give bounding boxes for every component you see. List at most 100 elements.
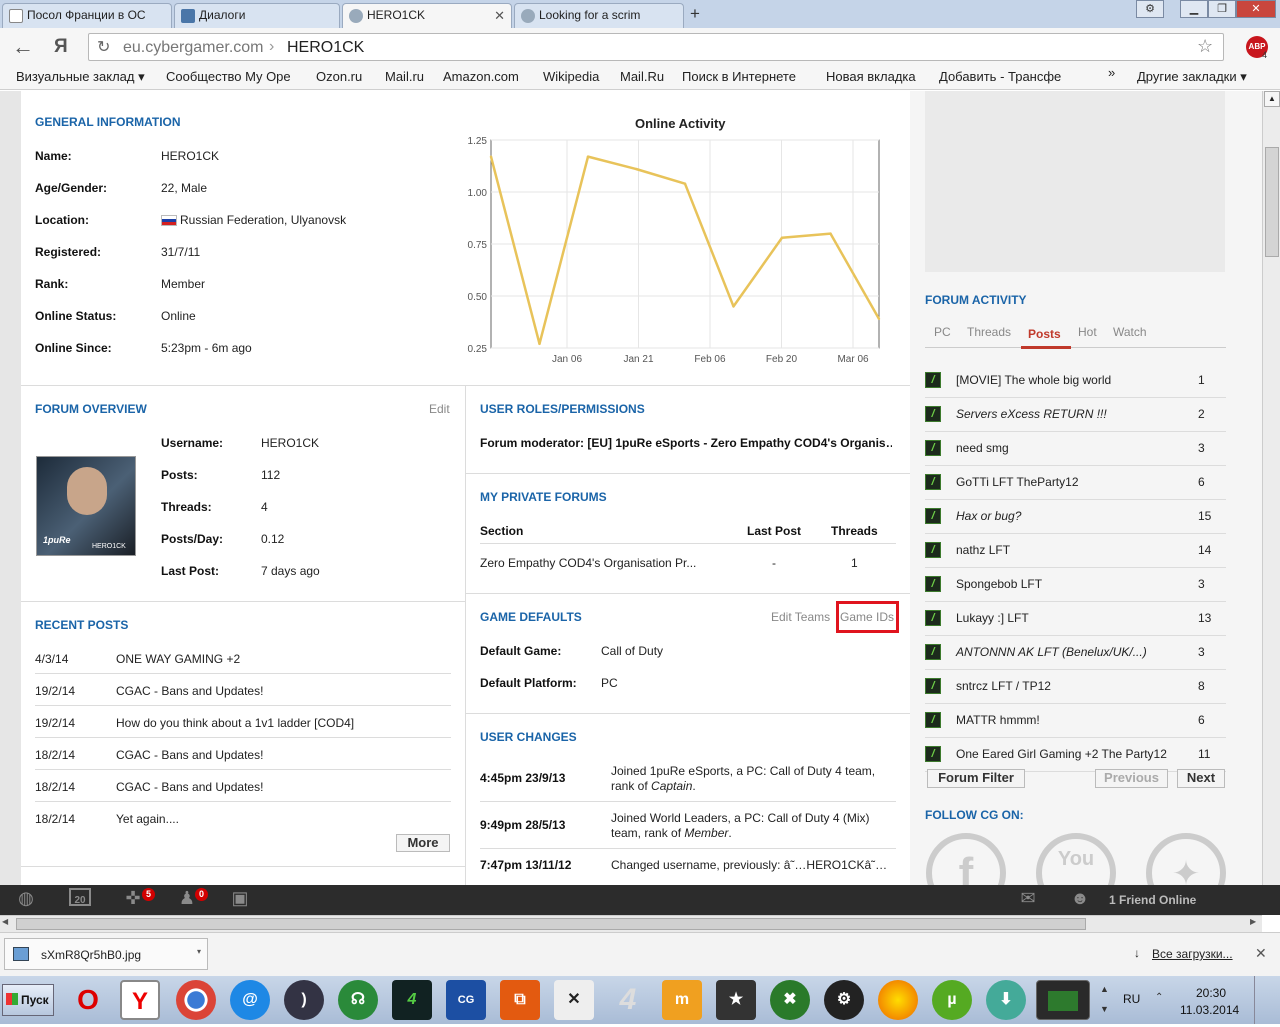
bookmark-item[interactable]: Wikipedia (543, 69, 599, 84)
private-forum-link[interactable]: Zero Empathy COD4's Organisation Pr... (480, 556, 696, 570)
mail-icon[interactable]: ✉ (1008, 888, 1048, 912)
tab-pc[interactable]: PC (934, 325, 951, 339)
chrome-icon[interactable] (176, 980, 216, 1020)
globe-icon[interactable]: ◍ (6, 888, 46, 912)
bookmark-item[interactable]: Визуальные заклад ▾ (16, 69, 145, 85)
new-tab-button[interactable]: + (690, 4, 700, 24)
all-downloads-link[interactable]: Все загрузки... (1152, 947, 1233, 961)
tray-expand-icon[interactable]: ⌃ (1155, 992, 1163, 1003)
tab-posts[interactable]: Posts (1028, 327, 1061, 341)
close-tab-icon[interactable]: ✕ (494, 4, 505, 27)
post-link[interactable]: CGAC - Bans and Updates! (116, 684, 263, 698)
chevron-down-icon[interactable]: ▾ (197, 947, 201, 956)
bookmark-item[interactable]: Поиск в Интернете (682, 69, 796, 84)
forum-filter-button[interactable]: Forum Filter (927, 769, 1025, 788)
reload-icon[interactable]: ↻ (97, 37, 110, 57)
opera-icon[interactable]: O (68, 980, 108, 1020)
back-arrow-icon[interactable]: ← (12, 34, 34, 60)
show-desktop-button[interactable] (1254, 976, 1278, 1024)
forum-activity-link[interactable]: Hax or bug? (956, 509, 1021, 523)
game-ids-link[interactable]: Game IDs (840, 610, 894, 624)
scroll-right-arrow-icon[interactable]: ▶ (1250, 917, 1256, 926)
messenger-icon[interactable]: @ (230, 980, 270, 1020)
download-manager-icon[interactable]: ⬇ (986, 980, 1026, 1020)
tray-down-icon[interactable]: ▼ (1100, 1004, 1109, 1014)
tv-icon[interactable]: ▣ (220, 888, 260, 912)
tab-threads[interactable]: Threads (967, 325, 1011, 339)
app-icon[interactable]: ⧉ (500, 980, 540, 1020)
bookmark-item[interactable]: Mail.ru (385, 69, 424, 84)
people-icon[interactable]: ☻ (1060, 888, 1100, 912)
mirc-icon[interactable]: m (662, 980, 702, 1020)
star-app-icon[interactable]: ★ (716, 980, 756, 1020)
minimize-button[interactable]: ▁ (1180, 0, 1208, 18)
bookmark-item[interactable]: Новая вкладка (826, 69, 916, 84)
download-item[interactable]: sXmR8Qr5hB0.jpg ▾ (4, 938, 208, 970)
close-window-button[interactable]: ✕ (1236, 0, 1276, 18)
clock-date[interactable]: 11.03.2014 (1180, 1003, 1239, 1017)
star-icon[interactable]: ☆ (1197, 36, 1213, 57)
forum-activity-link[interactable]: Servers eXcess RETURN !!! (956, 407, 1107, 421)
post-link[interactable]: ONE WAY GAMING +2 (116, 652, 240, 666)
forum-activity-link[interactable]: ANTONNN AK LFT (Benelux/UK/...) (956, 645, 1147, 659)
forum-activity-link[interactable]: [MOVIE] The whole big world (956, 373, 1111, 387)
calendar-icon[interactable]: 20 (60, 888, 100, 912)
bookmark-item[interactable]: Ozon.ru (316, 69, 362, 84)
forum-activity-link[interactable]: nathz LFT (956, 543, 1010, 557)
bookmark-item[interactable]: Добавить - Трансфе (939, 69, 1071, 84)
tab-hot[interactable]: Hot (1078, 325, 1097, 339)
close-download-bar-icon[interactable]: ✕ (1255, 945, 1267, 962)
forum-activity-link[interactable]: GoTTi LFT TheParty12 (956, 475, 1079, 489)
forum-activity-link[interactable]: need smg (956, 441, 1009, 455)
cgac-icon[interactable]: CG (446, 980, 486, 1020)
horizontal-scrollbar[interactable]: ◀ ▶ (0, 915, 1262, 932)
browser-tab[interactable]: Посол Франции в ОС (2, 3, 172, 28)
browser-tab[interactable]: Looking for a scrim (514, 3, 684, 28)
bookmarks-overflow-button[interactable]: » (1108, 65, 1115, 80)
settings-icon[interactable]: ⚙ (1136, 0, 1164, 18)
previous-button[interactable]: Previous (1095, 769, 1168, 788)
yandex-browser-icon[interactable]: Y (120, 980, 160, 1020)
scrollbar-thumb[interactable] (16, 918, 1086, 930)
more-posts-button[interactable]: More (396, 834, 450, 852)
bookmark-item[interactable]: Mail.Ru (620, 69, 664, 84)
forum-activity-link[interactable]: sntrcz LFT / TP12 (956, 679, 1051, 693)
browser-tab[interactable]: Диалоги (174, 3, 340, 28)
burner-icon[interactable] (878, 980, 918, 1020)
edit-forum-link[interactable]: Edit (429, 402, 450, 416)
post-link[interactable]: CGAC - Bans and Updates! (116, 748, 263, 762)
post-link[interactable]: CGAC - Bans and Updates! (116, 780, 263, 794)
xbox-icon[interactable]: ✖ (770, 980, 810, 1020)
forum-activity-link[interactable]: MATTR hmmm! (956, 713, 1040, 727)
utorrent-icon[interactable]: µ (932, 980, 972, 1020)
steam-icon[interactable]: ⚙ (824, 980, 864, 1020)
browser-tab-active[interactable]: HERO1CK ✕ (342, 3, 512, 28)
yandex-icon[interactable]: Я (54, 36, 68, 58)
active-window-button[interactable] (1036, 980, 1090, 1020)
other-bookmarks[interactable]: Другие закладки ▾ (1137, 69, 1247, 85)
cod4-alt-icon[interactable]: 4 (608, 980, 648, 1020)
teamspeak-icon[interactable]: ) (284, 980, 324, 1020)
tab-watch[interactable]: Watch (1113, 325, 1147, 339)
scroll-left-arrow-icon[interactable]: ◀ (2, 917, 8, 926)
raidcall-icon[interactable]: ☊ (338, 980, 378, 1020)
scrollbar-thumb[interactable] (1265, 147, 1279, 257)
clock-time[interactable]: 20:30 (1196, 986, 1226, 1000)
friends-online[interactable]: 1 Friend Online (1109, 893, 1196, 907)
restore-button[interactable]: ❐ (1208, 0, 1236, 18)
xfire-icon[interactable]: ✕ (554, 980, 594, 1020)
language-indicator[interactable]: RU (1123, 992, 1140, 1006)
next-button[interactable]: Next (1177, 769, 1225, 788)
bookmark-item[interactable]: Amazon.com (443, 69, 519, 84)
post-link[interactable]: How do you think about a 1v1 ladder [COD… (116, 716, 354, 730)
scroll-up-arrow-icon[interactable]: ▲ (1264, 91, 1280, 107)
post-link[interactable]: Yet again.... (116, 812, 179, 826)
forum-activity-link[interactable]: Lukayy :] LFT (956, 611, 1029, 625)
bookmark-item[interactable]: Сообщество My Ope (166, 69, 298, 84)
cod4-icon[interactable]: 4 (392, 980, 432, 1020)
tray-up-icon[interactable]: ▲ (1100, 984, 1109, 994)
forum-activity-link[interactable]: Spongebob LFT (956, 577, 1042, 591)
edit-teams-link[interactable]: Edit Teams (771, 610, 830, 624)
vertical-scrollbar[interactable]: ▲ ▼ (1262, 91, 1280, 915)
forum-activity-link[interactable]: One Eared Girl Gaming +2 The Party12 (956, 747, 1167, 761)
